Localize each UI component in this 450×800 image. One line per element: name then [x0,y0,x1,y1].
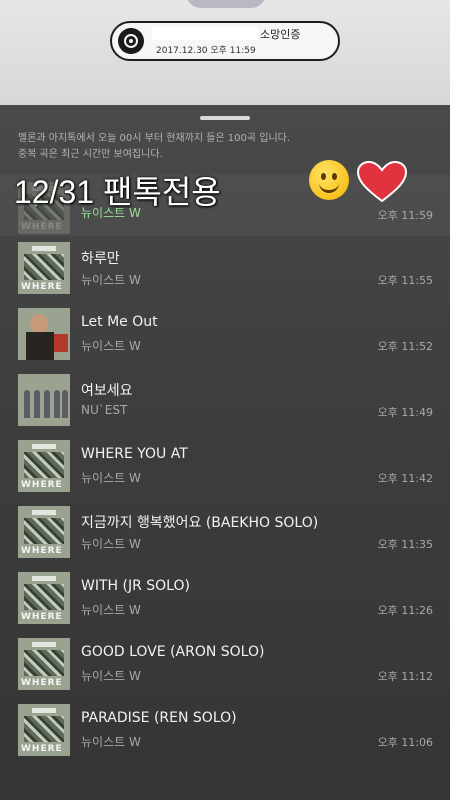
song-row[interactable]: 여보세요 NU`EST 오후 11:49 [0,366,450,432]
album-cover-text: WHERE [21,678,63,688]
notice-line-1: 멜론과 아지톡에서 오늘 00시 부터 현재까지 들은 100곡 입니다. [18,133,291,144]
song-title: GOOD LOVE (ARON SOLO) [81,644,265,660]
album-cover: WHERE [18,638,70,690]
album-cover [18,308,70,360]
album-cover-text: WHERE [21,282,63,292]
song-title: WITH (JR SOLO) [81,578,190,594]
album-cover: WHERE [18,506,70,558]
smiley-emoji-icon [309,160,349,200]
notice-text: 멜론과 아지톡에서 오늘 00시 부터 현재까지 들은 100곡 입니다. 중복… [18,131,290,163]
song-row[interactable]: WHERE PARADISE (REN SOLO) 뉴이스트 W 오후 11:06 [0,696,450,762]
song-time: 오후 11:52 [377,340,433,353]
album-cover-text: WHERE [21,222,63,232]
song-artist: 뉴이스트 W [81,669,141,683]
song-time: 오후 11:42 [377,472,433,485]
song-row[interactable]: WHERE GOOD LOVE (ARON SOLO) 뉴이스트 W 오후 11:12 [0,630,450,696]
song-title: 하루만 [81,251,120,267]
record-icon [118,28,144,54]
song-artist: 뉴이스트 W [81,537,141,551]
redacted-name [152,27,258,40]
top-area: 소망인증 2017.12.30 오후 11:59 [0,0,450,105]
song-time: 오후 11:26 [377,604,433,617]
song-time: 오후 11:12 [377,670,433,683]
song-time: 오후 11:55 [377,274,433,287]
song-time: 오후 11:06 [377,736,433,749]
album-cover-text: WHERE [21,612,63,622]
album-cover: WHERE [18,440,70,492]
album-cover [18,374,70,426]
album-cover: WHERE [18,572,70,624]
song-artist: 뉴이스트 W [81,339,141,353]
song-row[interactable]: WHERE 하루만뉴이스트 W 오후 11:55 [0,234,450,300]
song-time: 오후 11:59 [377,209,433,222]
song-title: 지금까지 행복했어요 (BAEKHO SOLO) [81,515,319,531]
song-artist: 뉴이스트 W [81,273,141,287]
song-artist: NU`EST [81,403,128,417]
song-title: Let Me Out [81,314,158,330]
album-cover-text: WHERE [21,480,63,490]
song-artist: 뉴이스트 W [81,735,141,749]
drag-handle[interactable] [200,116,250,120]
album-cover-text: WHERE [21,546,63,556]
certificate-date: 2017.12.30 오후 11:59 [156,46,256,56]
song-artist: 뉴이스트 W [81,603,141,617]
song-artist: 뉴이스트 W [81,471,141,485]
album-cover-text: WHERE [21,744,63,754]
song-title: PARADISE (REN SOLO) [81,710,237,726]
song-time: 오후 11:49 [377,406,433,419]
certificate-pill[interactable]: 소망인증 2017.12.30 오후 11:59 [110,21,340,61]
song-row[interactable]: WHERE WITH (JR SOLO) 뉴이스트 W 오후 11:26 [0,564,450,630]
overlay-caption: 12/31 팬톡전용 [14,174,221,210]
song-title: WHERE YOU AT [81,446,188,462]
album-cover: WHERE [18,704,70,756]
song-row[interactable]: WHERE 지금까지 행복했어요 (BAEKHO SOLO) 뉴이스트 W 오후 11… [0,498,450,564]
song-row[interactable]: Let Me Out 뉴이스트 W 오후 11:52 [0,300,450,366]
heart-emoji-icon [356,161,408,203]
avatar [186,0,266,8]
certificate-title: 소망인증 [260,28,301,41]
album-cover: WHERE [18,242,70,294]
song-row[interactable]: WHERE WHERE YOU AT 뉴이스트 W 오후 11:42 [0,432,450,498]
song-time: 오후 11:35 [377,538,433,551]
song-title: 여보세요 [81,383,133,399]
notice-line-2: 중복 곡은 최근 시간만 보여집니다. [18,149,163,160]
